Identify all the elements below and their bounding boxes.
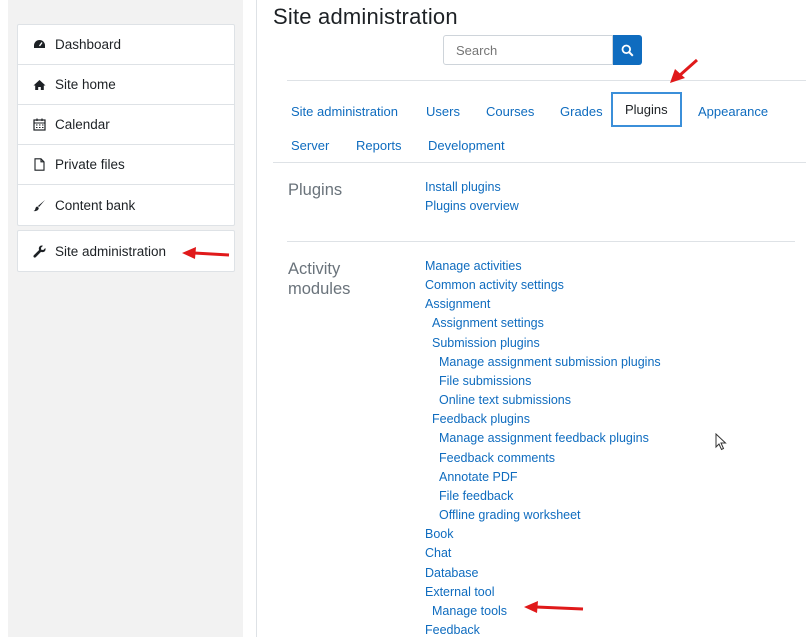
annotation-arrow-icon	[524, 601, 584, 613]
tab-development[interactable]: Development	[428, 138, 505, 153]
nav-item-content-bank[interactable]: Content bank	[18, 185, 234, 225]
activity-links: Manage activities Common activity settin…	[425, 257, 661, 640]
link-database[interactable]: Database	[425, 564, 661, 583]
nav-drawer: Dashboard Site home Calendar Private fil…	[8, 0, 243, 637]
mouse-cursor-icon	[715, 433, 727, 451]
tab-plugins[interactable]: Plugins	[611, 92, 682, 127]
link-manage-feedback-plugins[interactable]: Manage assignment feedback plugins	[425, 429, 661, 448]
file-icon	[30, 158, 48, 171]
link-file-feedback[interactable]: File feedback	[425, 487, 661, 506]
nav-item-label: Dashboard	[55, 37, 122, 52]
nav-item-label: Content bank	[55, 197, 136, 213]
nav-item-dashboard[interactable]: Dashboard	[18, 25, 234, 65]
link-online-text-submissions[interactable]: Online text submissions	[425, 391, 661, 410]
link-install-plugins[interactable]: Install plugins	[425, 178, 519, 197]
main-content: Site administration Site administration …	[256, 0, 806, 637]
search-button[interactable]	[613, 35, 642, 65]
annotation-arrow-icon	[670, 58, 698, 83]
plugins-links: Install plugins Plugins overview	[425, 178, 519, 216]
home-icon	[30, 79, 48, 91]
section-title-line: Activity	[288, 260, 341, 278]
tab-reports[interactable]: Reports	[356, 138, 402, 153]
page-title: Site administration	[273, 4, 458, 29]
link-feedback-comments[interactable]: Feedback comments	[425, 449, 661, 468]
link-manage-submission-plugins[interactable]: Manage assignment submission plugins	[425, 353, 661, 372]
search-input[interactable]	[443, 35, 613, 65]
tab-grades[interactable]: Grades	[560, 104, 603, 119]
section-title-activity-modules: Activity modules	[288, 259, 350, 299]
section-title-line: modules	[288, 280, 351, 298]
divider	[287, 241, 795, 242]
link-book[interactable]: Book	[425, 525, 661, 544]
tab-appearance[interactable]: Appearance	[698, 104, 768, 119]
nav-item-calendar[interactable]: Calendar	[18, 105, 234, 145]
link-submission-plugins[interactable]: Submission plugins	[425, 334, 661, 353]
annotation-arrow-icon	[182, 247, 230, 259]
divider	[287, 80, 806, 81]
section-title-plugins: Plugins	[288, 181, 343, 199]
link-feedback[interactable]: Feedback	[425, 621, 661, 640]
search-form	[443, 35, 642, 65]
link-plugins-overview[interactable]: Plugins overview	[425, 197, 519, 216]
nav-menu: Dashboard Site home Calendar Private fil…	[17, 24, 235, 226]
link-chat[interactable]: Chat	[425, 544, 661, 563]
nav-item-label: Site administration	[55, 243, 167, 259]
divider	[273, 162, 806, 163]
tab-server[interactable]: Server	[291, 138, 329, 153]
link-common-activity-settings[interactable]: Common activity settings	[425, 276, 661, 295]
nav-item-private-files[interactable]: Private files	[18, 145, 234, 185]
nav-item-label: Site home	[55, 77, 116, 92]
link-annotate-pdf[interactable]: Annotate PDF	[425, 468, 661, 487]
search-icon	[621, 44, 634, 57]
link-offline-grading-worksheet[interactable]: Offline grading worksheet	[425, 506, 661, 525]
nav-item-label: Private files	[55, 157, 125, 172]
tab-users[interactable]: Users	[426, 104, 460, 119]
link-manage-activities[interactable]: Manage activities	[425, 257, 661, 276]
tab-site-administration[interactable]: Site administration	[291, 104, 398, 119]
link-assignment-settings[interactable]: Assignment settings	[425, 314, 661, 333]
tab-courses[interactable]: Courses	[486, 104, 534, 119]
link-feedback-plugins[interactable]: Feedback plugins	[425, 410, 661, 429]
paint-brush-icon	[30, 199, 48, 212]
calendar-icon	[30, 118, 48, 131]
nav-item-site-home[interactable]: Site home	[18, 65, 234, 105]
tachometer-icon	[30, 39, 48, 51]
link-assignment[interactable]: Assignment	[425, 295, 661, 314]
wrench-icon	[30, 244, 48, 258]
link-file-submissions[interactable]: File submissions	[425, 372, 661, 391]
nav-item-label: Calendar	[55, 117, 110, 132]
